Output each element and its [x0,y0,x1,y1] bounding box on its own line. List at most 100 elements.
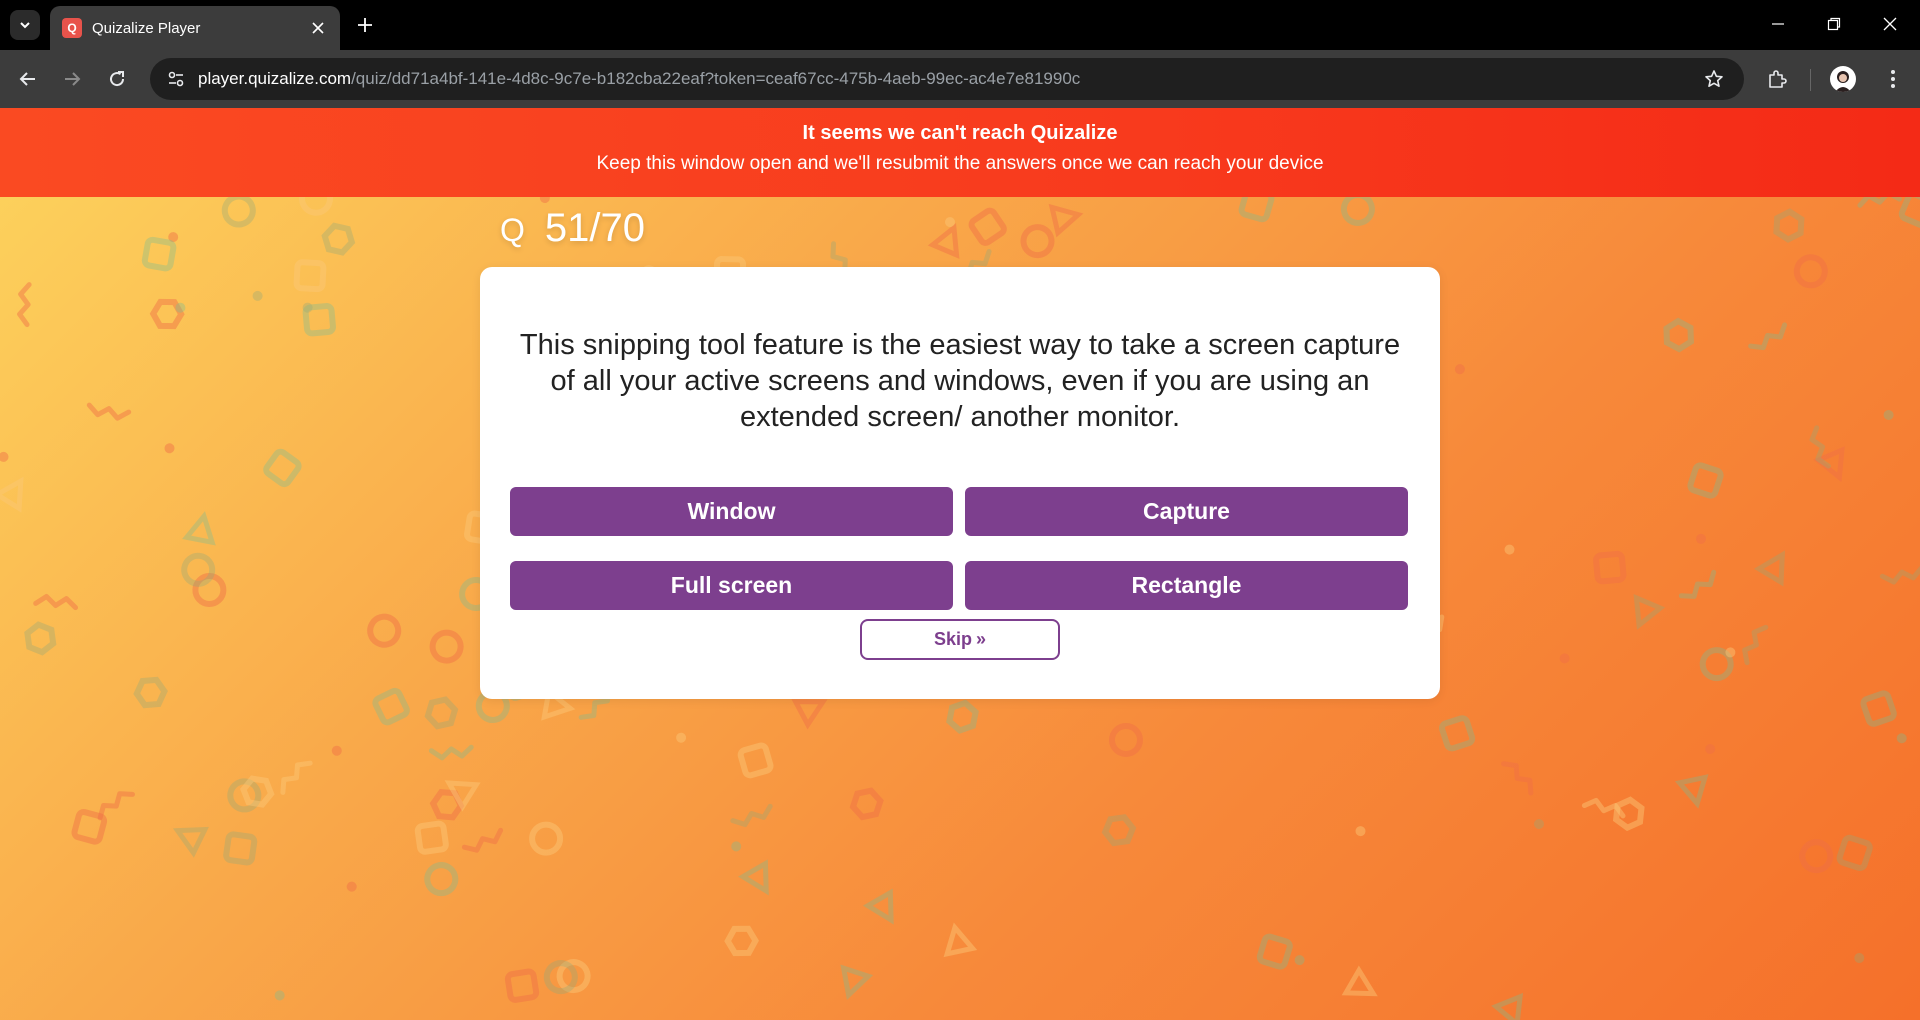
confetti-shape [0,451,9,462]
banner-subtitle: Keep this window open and we'll resubmit… [596,153,1324,174]
question-counter: Q 51/70 [500,206,645,251]
avatar [1830,66,1856,92]
confetti-shape [529,821,564,856]
double-chevron-right-icon: » [976,629,987,649]
tab-title: Quizalize Player [92,19,201,37]
confetti-shape [0,476,24,513]
minimize-button[interactable] [1750,0,1806,48]
tune-icon [168,71,184,87]
forward-button[interactable] [54,61,90,97]
confetti-shape [429,629,464,664]
back-button[interactable] [10,61,46,97]
answer-button-full-screen[interactable]: Full screen [510,561,953,610]
skip-button[interactable]: Skip » [860,619,1060,660]
minimize-icon [1772,23,1784,25]
confetti-shape [1663,317,1694,353]
confetti-shape [1341,965,1378,997]
url-path: /quiz/dd71a4bf-141e-4d8c-9c7e-b182cba22e… [351,69,1081,88]
confetti-shape [263,448,302,488]
answer-button-window[interactable]: Window [510,487,953,536]
answer-button-capture[interactable]: Capture [965,487,1408,536]
confetti-shape [1633,593,1666,630]
confetti-shape [1860,690,1897,727]
close-window-button[interactable] [1862,0,1918,48]
confetti-shape [1813,446,1845,483]
confetti-shape [1256,933,1293,970]
site-info-button[interactable] [156,61,196,97]
tab-search-button[interactable] [10,10,40,40]
confetti-shape [1696,533,1706,544]
confetti-shape [1705,744,1716,754]
quizalize-favicon-icon: Q [62,18,82,38]
url-text: player.quizalize.com/quiz/dd71a4bf-141e-… [198,69,1080,89]
confetti-shape [428,744,474,761]
question-counter-prefix: Q [500,212,525,248]
offline-banner: It seems we can't reach Quizalize Keep t… [0,108,1920,197]
confetti-shape [33,593,78,611]
banner-title: It seems we can't reach Quizalize [802,122,1118,144]
confetti-shape [24,621,57,656]
arrow-left-icon [19,72,35,86]
confetti-shape [1753,550,1786,587]
profile-button[interactable] [1825,61,1861,97]
reload-button[interactable] [99,61,135,97]
confetti-shape [331,745,342,756]
confetti-shape [252,290,263,301]
confetti-shape [424,696,459,730]
confetti-shape [414,820,449,855]
confetti-shape [321,222,356,256]
confetti-shape [367,613,402,648]
restore-button[interactable] [1806,0,1862,48]
tab-strip: Q Quizalize Player [0,0,1920,50]
new-tab-button[interactable] [350,10,380,40]
close-icon [312,22,324,34]
confetti-shape [1101,814,1137,847]
confetti-shape [730,803,773,828]
confetti-shape [1439,715,1476,752]
confetti-shape [968,207,1007,246]
confetti-shape [1742,624,1769,666]
browser-tab[interactable]: Q Quizalize Player [50,6,340,50]
bookmark-button[interactable] [1696,61,1732,97]
confetti-shape [293,259,327,293]
star-icon [1705,70,1723,87]
confetti-shape [862,888,894,925]
question-counter-value: 51/70 [544,206,645,250]
more-vertical-icon [1891,70,1895,88]
confetti-shape [676,732,687,743]
confetti-shape [172,826,209,858]
address-bar[interactable]: player.quizalize.com/quiz/dd71a4bf-141e-… [150,58,1744,100]
confetti-shape [71,809,108,845]
confetti-shape [274,990,285,1001]
confetti-shape [1799,839,1834,874]
confetti-shape [1454,364,1465,375]
extensions-button[interactable] [1759,61,1795,97]
confetti-shape [1501,761,1534,796]
answer-button-rectangle[interactable]: Rectangle [965,561,1408,610]
confetti-shape [86,402,132,421]
confetti-shape [1593,550,1627,585]
confetti-shape [1836,834,1873,871]
confetti-shape [1809,425,1831,469]
confetti-shape [737,742,774,779]
confetti-shape [1504,544,1515,555]
confetti-shape [927,222,960,259]
confetti-shape [1048,203,1084,238]
confetti-shape [182,511,216,546]
confetti-shape [1355,826,1366,837]
browser-menu-button[interactable] [1875,61,1911,97]
confetti-shape [1748,322,1788,351]
confetti-shape [724,925,759,957]
confetti-shape [1898,191,1920,229]
chevron-down-icon [20,22,30,29]
tab-close-button[interactable] [306,16,330,40]
confetti-shape [97,791,135,821]
confetti-shape [840,964,874,1001]
skip-label: Skip [933,629,972,649]
confetti-shape [1294,955,1305,966]
confetti-shape [223,831,258,866]
confetti-shape [1678,569,1717,599]
confetti-shape [141,236,177,272]
puzzle-icon [1769,70,1787,88]
question-card: This snipping tool feature is the easies… [480,267,1440,699]
